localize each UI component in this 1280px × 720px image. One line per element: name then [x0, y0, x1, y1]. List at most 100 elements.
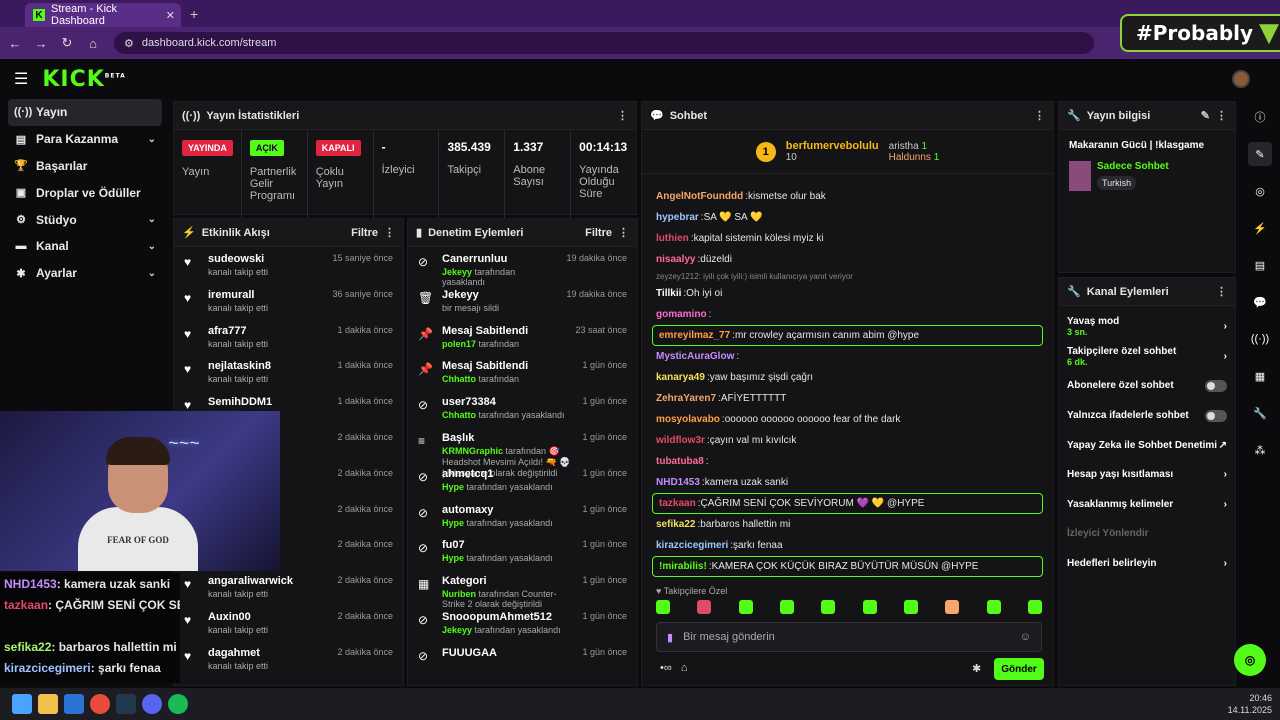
- mic-icon[interactable]: ▮: [667, 631, 673, 644]
- chat-username[interactable]: tubatuba8: [656, 456, 704, 467]
- moderator-name[interactable]: Chhatto: [442, 374, 476, 384]
- support-button[interactable]: ◎: [1234, 644, 1266, 676]
- emote-icon[interactable]: [986, 600, 1001, 614]
- moderation-target[interactable]: SnooopumAhmet512: [442, 611, 572, 623]
- moderation-target[interactable]: user73384: [442, 396, 572, 408]
- activity-row[interactable]: ♥ iremurall kanalı takip etti 36 saniye önc…: [174, 283, 403, 319]
- chat-username[interactable]: sefika22: [656, 519, 695, 530]
- moderation-row[interactable]: ⊘ fu07 Hype tarafından yasaklandı 1 gün önc…: [408, 533, 637, 569]
- moderation-row[interactable]: ⊘ ahmetcq1 Hype tarafından yasaklandı 1 gün…: [408, 462, 637, 498]
- emote-icon[interactable]: [738, 600, 753, 614]
- chat-username[interactable]: emreyilmaz_77: [659, 330, 730, 341]
- sidebar-item-para-kazanma[interactable]: ▤ Para Kazanma ⌄: [8, 126, 162, 153]
- activity-username[interactable]: nejlataskin8: [208, 360, 327, 372]
- moderator-name[interactable]: KRMNGraphic: [442, 446, 503, 456]
- moderator-name[interactable]: Hype: [442, 482, 464, 492]
- browser-tab[interactable]: K Stream - Kick Dashboard ✕: [25, 3, 181, 27]
- sidebar-item-studyo[interactable]: ⚙ Stüdyo ⌄: [8, 206, 162, 233]
- emote-icon[interactable]: [862, 600, 877, 614]
- more-icon[interactable]: ⋮: [1216, 109, 1227, 122]
- moderation-target[interactable]: ahmetcq1: [442, 468, 572, 480]
- broadcast-icon[interactable]: ((·)): [1248, 327, 1272, 351]
- moderation-row[interactable]: ⊘ user73384 Chhatto tarafından yasaklandı 1…: [408, 390, 637, 426]
- settings-icon[interactable]: ✱: [972, 662, 981, 675]
- moderator-name[interactable]: polen17: [442, 339, 476, 349]
- channel-action-item[interactable]: Yapay Zeka ile Sohbet Denetimi ↗: [1059, 430, 1235, 460]
- moderator-name[interactable]: Jekeyy: [442, 267, 472, 277]
- sidebar-item-kanal[interactable]: ▬ Kanal ⌄: [8, 233, 162, 260]
- activity-row[interactable]: ♥ Auxin00 kanalı takip etti 2 dakika önce: [174, 605, 403, 641]
- sidebar-item-ayarlar[interactable]: ✱ Ayarlar ⌄: [8, 260, 162, 287]
- outlook-icon[interactable]: [64, 694, 84, 714]
- chat-message[interactable]: emreyilmaz_77: mr crowley açarmısın canı…: [652, 325, 1043, 346]
- clipboard-icon[interactable]: ▤: [1248, 253, 1272, 277]
- sidebar-item-droplar[interactable]: ▣ Droplar ve Ödüller: [8, 179, 162, 206]
- category-name[interactable]: Sadece Sohbet: [1097, 161, 1169, 172]
- more-icon[interactable]: ⋮: [617, 109, 628, 122]
- chat-message[interactable]: mosyolavabo: oooooo oooooo oooooo fear o…: [642, 409, 1053, 430]
- emote-icon[interactable]: [697, 600, 712, 614]
- layout-icon[interactable]: ▦: [1248, 364, 1272, 388]
- chat-username[interactable]: ZehraYaren7: [656, 393, 716, 404]
- emote-icon[interactable]: [821, 600, 836, 614]
- moderation-target[interactable]: fu07: [442, 539, 572, 551]
- moderation-row[interactable]: ⊘ automaxy Hype tarafından yasaklandı 1 gün…: [408, 498, 637, 534]
- chat-username[interactable]: kirazcicegimeri: [656, 540, 728, 551]
- chat-username[interactable]: gomamino: [656, 309, 707, 320]
- gifter-name[interactable]: berfumervebolulu: [786, 140, 879, 152]
- close-tab-icon[interactable]: ✕: [166, 9, 175, 22]
- chat-username[interactable]: nisaalyy: [656, 254, 695, 265]
- activity-username[interactable]: afra777: [208, 325, 327, 337]
- chat-username[interactable]: !mirabilis!: [659, 561, 707, 572]
- site-info-icon[interactable]: ⚙: [124, 37, 134, 50]
- chat-username[interactable]: NHD1453: [656, 477, 700, 488]
- chat-message[interactable]: gomamino:: [642, 304, 1053, 325]
- chat-message[interactable]: tubatuba8:: [642, 451, 1053, 472]
- channel-action-item[interactable]: Abonelere özel sohbet: [1059, 371, 1235, 401]
- channel-action-item[interactable]: Yavaş mod 3 sn. ›: [1059, 312, 1235, 342]
- activity-username[interactable]: SemihDDM1: [208, 396, 327, 408]
- chat-message[interactable]: AngelNotFounddd: kismetse olur bak: [642, 186, 1053, 207]
- chat-message[interactable]: tazkaan: ÇAĞRIM SENİ ÇOK SEVİYORUM 💜 💛 @…: [652, 493, 1043, 514]
- send-button[interactable]: Gönder: [994, 658, 1044, 680]
- discord-icon[interactable]: [142, 694, 162, 714]
- back-icon[interactable]: ←: [4, 36, 26, 51]
- chat-username[interactable]: kanarya49: [656, 372, 705, 383]
- chat-message[interactable]: ZehraYaren7: AFİYETTTTTT: [642, 388, 1053, 409]
- chat-message[interactable]: sefika22: barbaros hallettin mi: [642, 514, 1053, 535]
- chat-message[interactable]: hypebrar: SA 💛 SA 💛: [642, 207, 1053, 228]
- moderation-target[interactable]: automaxy: [442, 504, 572, 516]
- moderator-name[interactable]: Jekeyy: [442, 625, 472, 635]
- activity-row[interactable]: ♥ nejlataskin8 kanalı takip etti 1 dakika ö…: [174, 354, 403, 390]
- chat-username[interactable]: hypebrar: [656, 212, 699, 223]
- moderation-row[interactable]: 📌 Mesaj Sabitlendi Chhatto tarafından 1 gün…: [408, 354, 637, 390]
- emote-icon[interactable]: [945, 600, 960, 614]
- steam-icon[interactable]: [116, 694, 136, 714]
- bolt-icon[interactable]: ⚡: [1248, 216, 1272, 240]
- channel-action-item[interactable]: Yalnızca ifadelerle sohbet: [1059, 401, 1235, 431]
- activity-row[interactable]: ♥ dagahmet kanalı takip etti 2 dakika önce: [174, 641, 403, 677]
- chat-username[interactable]: luthien: [656, 233, 689, 244]
- emote-icon[interactable]: [656, 600, 670, 614]
- emoji-icon[interactable]: ☺: [1020, 631, 1031, 643]
- chat-message[interactable]: nisaalyy: düzeldi: [642, 249, 1053, 270]
- moderation-target[interactable]: Başlık: [442, 432, 572, 444]
- emote-icon[interactable]: [1027, 600, 1042, 614]
- chat-input[interactable]: ▮ Bir mesaj gönderin ☺: [656, 622, 1042, 652]
- chat-message[interactable]: kirazcicegimeri: şarkı fenaa: [642, 535, 1053, 556]
- windows-start-icon[interactable]: [12, 694, 32, 714]
- menu-icon[interactable]: ☰: [14, 69, 28, 89]
- moderator-name[interactable]: Hype: [442, 518, 464, 528]
- activity-username[interactable]: sudeowski: [208, 253, 322, 265]
- moderation-row[interactable]: ▦ Kategori Nuriben tarafından Counter-Stri…: [408, 569, 637, 609]
- more-icon[interactable]: ⋮: [384, 226, 395, 239]
- apps-icon[interactable]: ⁂: [1248, 438, 1272, 462]
- filter-button[interactable]: Filtre: [585, 227, 612, 239]
- chat-message[interactable]: NHD1453: kamera uzak sanki: [642, 472, 1053, 493]
- activity-row[interactable]: ♥ afra777 kanalı takip etti 1 dakika önce: [174, 319, 403, 355]
- moderator-name[interactable]: Hype: [442, 553, 464, 563]
- moderation-row[interactable]: 🗑 Jekeyy bir mesajı sildi 19 dakika önce: [408, 283, 637, 319]
- chat-username[interactable]: mosyolavabo: [656, 414, 720, 425]
- channel-action-item[interactable]: Hesap yaşı kısıtlaması ›: [1059, 460, 1235, 490]
- moderation-target[interactable]: Jekeyy: [442, 289, 556, 301]
